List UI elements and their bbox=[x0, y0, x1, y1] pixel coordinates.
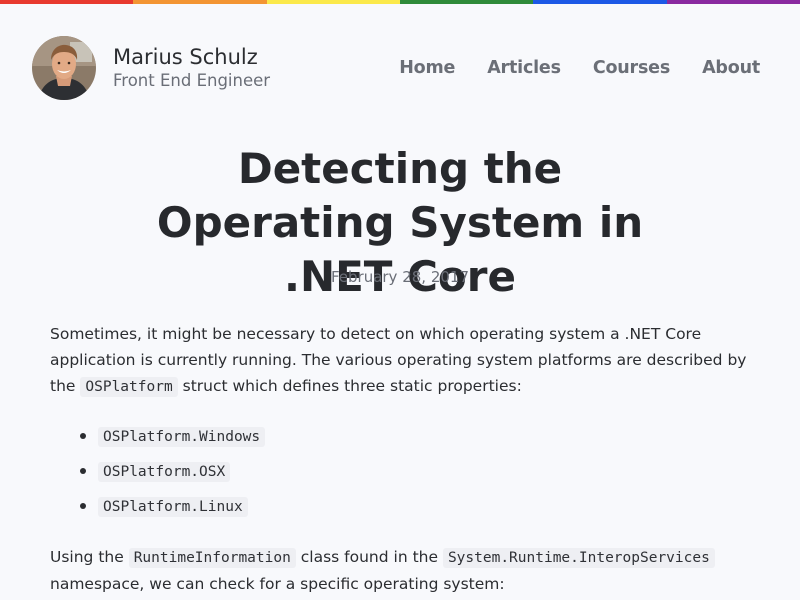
usage-text: namespace, we can check for a specific o… bbox=[50, 575, 505, 593]
inline-code: System.Runtime.InteropServices bbox=[442, 548, 715, 568]
nav-about[interactable]: About bbox=[702, 58, 760, 78]
article-date: February 28, 2017 bbox=[330, 268, 470, 286]
author-name: Marius Schulz bbox=[113, 45, 258, 69]
rainbow-stripe bbox=[0, 0, 800, 4]
usage-paragraph: Using the RuntimeInformation class found… bbox=[50, 544, 760, 597]
nav-courses[interactable]: Courses bbox=[593, 58, 670, 78]
main-nav: Home Articles Courses About bbox=[367, 58, 760, 78]
nav-articles[interactable]: Articles bbox=[487, 58, 561, 78]
inline-code: OSPlatform.OSX bbox=[98, 462, 231, 482]
author-tagline: Front End Engineer bbox=[113, 71, 271, 90]
list-item: OSPlatform.Linux bbox=[80, 493, 760, 520]
rainbow-segment bbox=[266, 0, 400, 4]
avatar-photo-icon bbox=[32, 36, 96, 100]
nav-home[interactable]: Home bbox=[399, 58, 455, 78]
rainbow-segment bbox=[533, 0, 667, 4]
home-brand-link[interactable]: Marius Schulz Front End Engineer bbox=[32, 36, 270, 100]
platform-list: OSPlatform.Windows OSPlatform.OSX OSPlat… bbox=[80, 423, 760, 520]
article-body: Sometimes, it might be necessary to dete… bbox=[50, 321, 760, 597]
site-header: Marius Schulz Front End Engineer Home Ar… bbox=[32, 36, 760, 100]
rainbow-segment bbox=[399, 0, 534, 4]
rainbow-segment bbox=[133, 0, 267, 4]
usage-text: Using the bbox=[50, 548, 129, 566]
list-item: OSPlatform.OSX bbox=[80, 458, 760, 485]
inline-code: RuntimeInformation bbox=[128, 548, 296, 568]
inline-code: OSPlatform.Linux bbox=[98, 497, 248, 517]
intro-text: struct which defines three static proper… bbox=[177, 377, 522, 395]
avatar bbox=[32, 36, 96, 100]
list-item: OSPlatform.Windows bbox=[80, 423, 760, 450]
usage-text: class found in the bbox=[295, 548, 443, 566]
inline-code: OSPlatform bbox=[80, 377, 178, 397]
rainbow-segment bbox=[0, 0, 134, 4]
inline-code: OSPlatform.Windows bbox=[98, 427, 266, 447]
rainbow-segment bbox=[666, 0, 800, 4]
intro-paragraph: Sometimes, it might be necessary to dete… bbox=[50, 321, 760, 400]
